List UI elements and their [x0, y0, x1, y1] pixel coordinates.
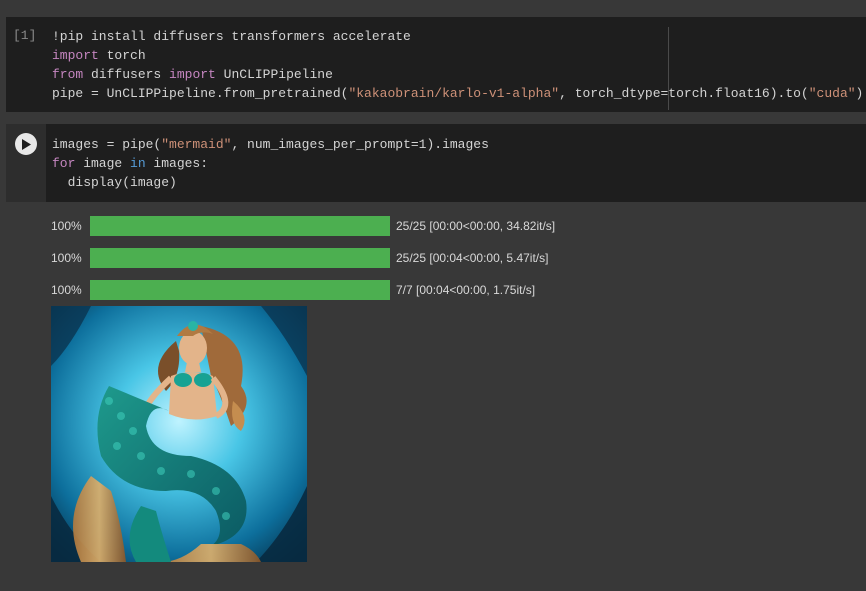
progress-fill — [90, 248, 390, 268]
progress-percent: 100% — [51, 219, 82, 233]
code-text: !pip install diffusers transformers acce… — [52, 29, 411, 44]
code-text: pipe = UnCLIPPipeline.from_pretrained( — [52, 86, 349, 101]
code-line: from diffusers import UnCLIPPipeline — [52, 65, 866, 84]
code-keyword: for — [52, 156, 76, 171]
mermaid-illustration — [51, 306, 307, 562]
code-text: images = pipe( — [52, 137, 162, 152]
code-text: UnCLIPPipeline — [215, 67, 333, 82]
progress-row: 100% 7/7 [00:04<00:00, 1.75it/s] — [51, 280, 535, 300]
code-cell-1[interactable]: [1] !pip install diffusers transformers … — [6, 17, 866, 112]
cell-input: images = pipe("mermaid", num_images_per_… — [6, 124, 866, 202]
progress-fill — [90, 280, 390, 300]
code-line: !pip install diffusers transformers acce… — [52, 27, 866, 46]
editor-ruler — [668, 27, 669, 110]
code-line: for image in images: — [52, 154, 866, 173]
progress-bar — [90, 248, 390, 268]
code-keyword: import — [169, 67, 216, 82]
code-string: "mermaid" — [161, 137, 232, 152]
code-text: torch — [98, 48, 146, 63]
code-cell-2[interactable]: images = pipe("mermaid", num_images_per_… — [6, 124, 866, 572]
cell-output: 100% 25/25 [00:00<00:00, 34.82it/s] 100%… — [6, 202, 866, 572]
code-line: pipe = UnCLIPPipeline.from_pretrained("k… — [52, 84, 866, 103]
progress-percent: 100% — [51, 251, 82, 265]
cell-gutter — [6, 124, 46, 202]
code-string: "cuda" — [808, 86, 856, 101]
execution-count: [1] — [13, 28, 37, 43]
progress-row: 100% 25/25 [00:00<00:00, 34.82it/s] — [51, 216, 555, 236]
code-text: , num_images_per_prompt=1).images — [231, 137, 489, 152]
code-keyword: in — [130, 156, 146, 171]
code-text: images: — [145, 156, 209, 171]
code-keyword: from — [52, 67, 84, 82]
progress-info: 25/25 [00:04<00:00, 5.47it/s] — [396, 251, 549, 265]
progress-info: 7/7 [00:04<00:00, 1.75it/s] — [396, 283, 536, 297]
code-text: diffusers — [83, 67, 170, 82]
code-line: display(image) — [52, 173, 866, 192]
code-text: ) — [855, 86, 864, 101]
generated-mermaid-image — [51, 306, 307, 562]
progress-bar — [90, 280, 390, 300]
code-text: image — [75, 156, 131, 171]
progress-percent: 100% — [51, 283, 82, 297]
play-icon — [22, 138, 31, 150]
progress-fill — [90, 216, 390, 236]
code-keyword: import — [52, 48, 99, 63]
code-string: "kakaobrain/karlo-v1-alpha" — [348, 86, 560, 101]
code-line: import torch — [52, 46, 866, 65]
code-line: images = pipe("mermaid", num_images_per_… — [52, 135, 866, 154]
progress-bar — [90, 216, 390, 236]
code-editor[interactable]: !pip install diffusers transformers acce… — [52, 27, 866, 103]
code-text: display(image) — [52, 175, 177, 190]
progress-row: 100% 25/25 [00:04<00:00, 5.47it/s] — [51, 248, 548, 268]
progress-info: 25/25 [00:00<00:00, 34.82it/s] — [396, 219, 556, 233]
code-text: , torch_dtype=torch.float16).to( — [559, 86, 809, 101]
run-cell-button[interactable] — [15, 133, 37, 155]
code-editor[interactable]: images = pipe("mermaid", num_images_per_… — [52, 135, 866, 192]
